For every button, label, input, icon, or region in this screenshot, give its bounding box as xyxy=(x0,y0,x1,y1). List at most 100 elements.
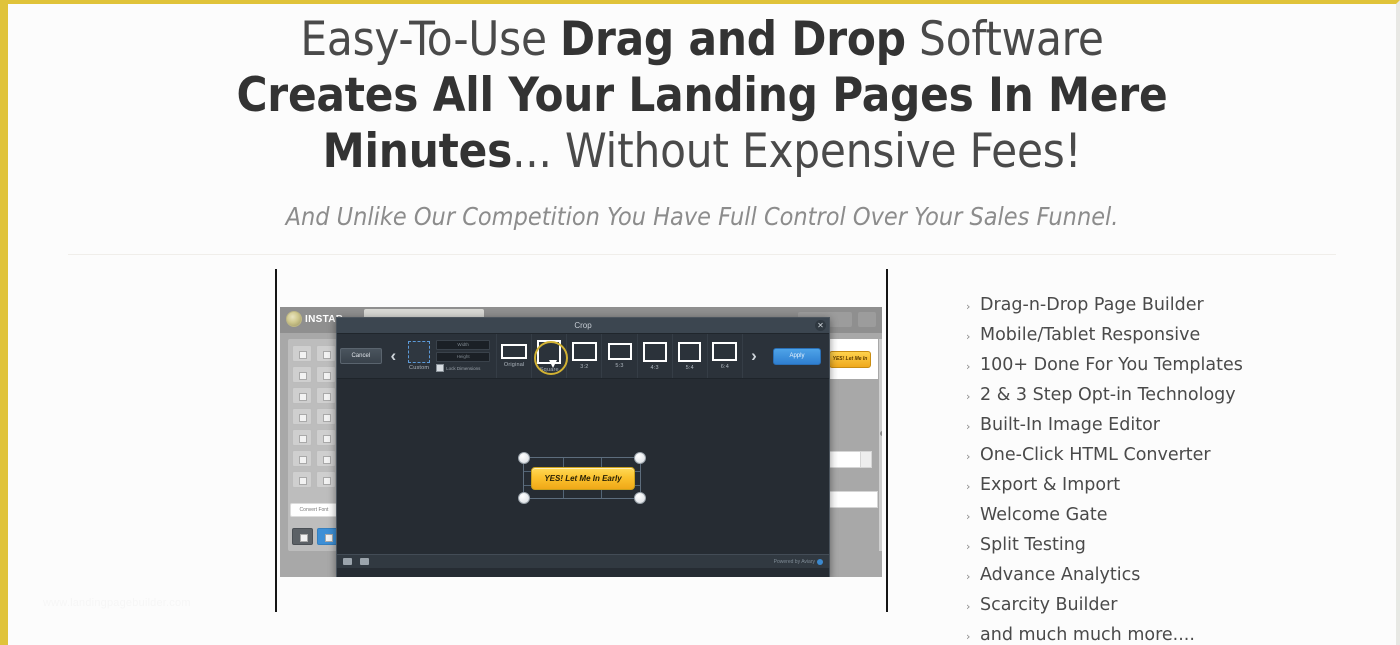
app-tool-sidebar: Convert Font xyxy=(288,339,340,551)
tool-icon-heading[interactable] xyxy=(292,366,312,383)
tool-icon-box[interactable] xyxy=(316,450,336,467)
tool-icon-countdown[interactable] xyxy=(316,408,336,425)
custom-ratio-cell[interactable]: Custom Width Height Lock Dimensions xyxy=(402,334,498,378)
ratio-label-3-2: 3:2 xyxy=(580,364,589,370)
headline-part-1b: Drag and Drop xyxy=(560,12,906,67)
tool-icon-image[interactable] xyxy=(316,345,336,362)
sidebar-bottom-tools xyxy=(292,528,338,545)
ratio-label-5-3: 5:3 xyxy=(615,363,624,369)
ratio-option-5-3[interactable]: 5:3 xyxy=(602,334,638,378)
feature-label: Mobile/Tablet Responsive xyxy=(980,325,1201,345)
list-item: › Drag-n-Drop Page Builder xyxy=(966,291,1243,321)
feature-label: Drag-n-Drop Page Builder xyxy=(980,295,1204,315)
bullet-icon: › xyxy=(966,420,971,433)
tool-icon-text-block[interactable] xyxy=(292,345,312,362)
undo-icon[interactable] xyxy=(343,558,352,565)
button-preview: YES! Let Me In Early xyxy=(829,350,871,368)
crop-selection[interactable]: YES! Let Me In Early xyxy=(518,452,646,504)
tool-icon-save[interactable] xyxy=(317,528,338,545)
ratio-option-square[interactable]: Square xyxy=(532,334,569,378)
app-toolbar-icon-button[interactable] xyxy=(858,312,876,327)
tool-icon-social[interactable] xyxy=(316,429,336,446)
bullet-icon: › xyxy=(966,510,971,523)
width-input[interactable]: Width xyxy=(436,340,491,350)
logo-badge-icon xyxy=(286,311,302,327)
custom-ratio-label: Custom xyxy=(409,365,430,371)
ratio-option-4-3[interactable]: 4:3 xyxy=(638,334,673,378)
custom-dimension-inputs: Width Height Lock Dimensions xyxy=(436,340,491,372)
tool-icon-table[interactable] xyxy=(292,450,312,467)
crop-statusbar: Powered by Aviary xyxy=(337,554,829,568)
list-item: › 100+ Done For You Templates xyxy=(966,351,1243,381)
cancel-cell: Cancel xyxy=(337,334,385,378)
resize-handle-bottom-right[interactable] xyxy=(634,492,646,504)
headline-line-2: Creates All Your Landing Pages In Mere xyxy=(68,68,1336,124)
list-item: › 2 & 3 Step Opt-in Technology xyxy=(966,381,1243,411)
feature-label: and much much more.... xyxy=(980,625,1195,645)
frame-line-right xyxy=(886,269,888,612)
tool-icon-paragraph[interactable] xyxy=(316,366,336,383)
headline-part-1c: Software xyxy=(905,12,1104,67)
app-logo: INSTAB xyxy=(286,311,343,327)
ratio-icon-6-4 xyxy=(712,342,738,361)
bullet-icon: › xyxy=(966,630,971,643)
height-input[interactable]: Height xyxy=(436,352,491,362)
ratio-option-3-2[interactable]: 3:2 xyxy=(567,334,603,378)
crop-dialog-title: Crop xyxy=(574,321,592,330)
headline-line-3: Minutes... Without Expensive Fees! xyxy=(68,124,1336,180)
lock-dimensions-checkbox[interactable] xyxy=(436,364,445,372)
tool-icon-divider[interactable] xyxy=(292,471,312,488)
tool-tooltip: Convert Font xyxy=(290,503,338,517)
statusbar-brand-text: Powered by Aviary xyxy=(773,558,815,565)
feature-list: › Drag-n-Drop Page Builder › Mobile/Tablet… xyxy=(926,285,1243,645)
frame-line-left xyxy=(275,269,277,612)
crop-toolbar: Cancel ‹ Custom Width Height Lock Dimens… xyxy=(337,334,829,379)
lock-dimensions-row[interactable]: Lock Dimensions xyxy=(436,364,490,372)
ratio-option-5-4[interactable]: 5:4 xyxy=(673,334,708,378)
tool-icon-video[interactable] xyxy=(316,387,336,404)
ratio-option-original[interactable]: Original xyxy=(497,334,533,378)
ratio-icon-3-2 xyxy=(571,342,597,361)
brand-dot-icon xyxy=(817,558,823,565)
product-screenshot: INSTAB Convert Font YES! Let Me In Crop … xyxy=(280,307,882,577)
bullet-icon: › xyxy=(966,480,971,493)
content-row: INSTAB Convert Font YES! Let Me In Crop … xyxy=(8,255,1396,645)
app-scrollbar[interactable] xyxy=(879,339,882,551)
prev-ratios-arrow-icon[interactable]: ‹ xyxy=(385,334,402,378)
bullet-icon: › xyxy=(966,390,971,403)
headline-part-3a: Minutes xyxy=(322,124,513,179)
close-icon[interactable]: ✕ xyxy=(815,320,826,331)
mouse-cursor-icon xyxy=(549,359,558,368)
crop-stage[interactable]: YES! Let Me In Early Powered by Aviary xyxy=(337,379,829,568)
list-item: › Scarcity Builder xyxy=(966,591,1243,621)
headline-line-1: Easy-To-Use Drag and Drop Software xyxy=(68,12,1336,68)
list-item: › One-Click HTML Converter xyxy=(966,441,1243,471)
statusbar-brand: Powered by Aviary xyxy=(773,558,823,565)
tool-icon-button[interactable] xyxy=(292,387,312,404)
feature-label: Welcome Gate xyxy=(980,505,1108,525)
ratio-option-6-4[interactable]: 6:4 xyxy=(708,334,743,378)
feature-label: Export & Import xyxy=(980,475,1121,495)
ratio-icon-4-3 xyxy=(642,341,667,362)
redo-icon[interactable] xyxy=(360,558,369,565)
resize-handle-bottom-left[interactable] xyxy=(518,492,530,504)
list-item: › Export & Import xyxy=(966,471,1243,501)
chevron-down-icon xyxy=(860,452,871,467)
page-title: Easy-To-Use Drag and Drop Software Creat… xyxy=(68,12,1336,180)
resize-handle-top-left[interactable] xyxy=(518,452,530,464)
list-item: › Welcome Gate xyxy=(966,501,1243,531)
tool-icon-preview[interactable] xyxy=(292,528,313,545)
lock-dimensions-label: Lock Dimensions xyxy=(446,365,481,371)
headline-part-1a: Easy-To-Use xyxy=(300,12,561,67)
resize-handle-top-right[interactable] xyxy=(634,452,646,464)
next-ratios-arrow-icon[interactable]: › xyxy=(743,346,765,366)
bullet-icon: › xyxy=(966,330,971,343)
bullet-icon: › xyxy=(966,360,971,373)
cancel-button[interactable]: Cancel xyxy=(339,348,382,364)
tool-icon-form[interactable] xyxy=(292,408,312,425)
tool-icon-calendar[interactable] xyxy=(292,429,312,446)
feature-label: Split Testing xyxy=(980,535,1086,555)
apply-button[interactable]: Apply xyxy=(772,347,821,365)
headline-part-2a: Creates All Your Landing Pages In Mere xyxy=(236,68,1168,123)
tool-icon-settings[interactable] xyxy=(316,471,336,488)
